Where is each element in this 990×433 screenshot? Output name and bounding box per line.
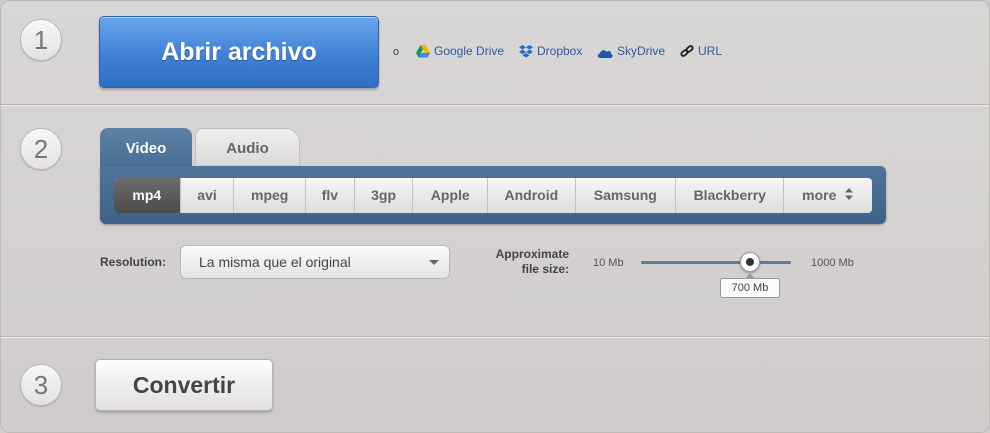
dropbox-icon: [519, 45, 533, 58]
step-number-2: 2: [20, 128, 62, 170]
open-file-button[interactable]: Abrir archivo: [99, 16, 379, 88]
format-flv[interactable]: flv: [306, 178, 355, 213]
or-text: o: [393, 46, 400, 58]
google-drive-link[interactable]: Google Drive: [416, 44, 504, 58]
format-bar: mp4 avi mpeg flv 3gp Apple Android Samsu…: [100, 166, 886, 224]
format-mp4[interactable]: mp4: [114, 178, 181, 213]
format-3gp[interactable]: 3gp: [355, 178, 414, 213]
converter-panel: 1 Abrir archivo o Google Drive Dropbox S…: [0, 0, 990, 433]
tab-video[interactable]: Video: [100, 128, 192, 168]
dropbox-label: Dropbox: [537, 44, 583, 58]
format-blackberry[interactable]: Blackberry: [676, 178, 785, 213]
format-list: mp4 avi mpeg flv 3gp Apple Android Samsu…: [114, 178, 872, 213]
step-1-section: 1 Abrir archivo o Google Drive Dropbox S…: [1, 1, 989, 104]
google-drive-label: Google Drive: [434, 44, 505, 58]
resolution-label: Resolution:: [100, 255, 166, 269]
format-apple[interactable]: Apple: [413, 178, 489, 213]
format-mpeg[interactable]: mpeg: [234, 178, 306, 213]
file-size-label-line2: file size:: [521, 262, 569, 276]
format-avi[interactable]: avi: [181, 178, 235, 213]
step-number-3: 3: [20, 364, 62, 406]
step-number-1: 1: [20, 19, 62, 61]
skydrive-label: SkyDrive: [617, 44, 666, 58]
dropbox-link[interactable]: Dropbox: [519, 44, 582, 58]
chevron-down-icon: [429, 260, 439, 265]
format-more[interactable]: more: [784, 178, 872, 213]
file-size-max: 1000 Mb: [811, 257, 854, 269]
file-size-slider-handle[interactable]: [740, 252, 760, 272]
up-down-arrows-icon: [845, 188, 854, 200]
link-icon: [680, 45, 694, 57]
resolution-select[interactable]: La misma que el original: [180, 245, 450, 279]
step-2-section: 2 Video Audio mp4 avi mpeg flv 3gp Apple…: [1, 106, 989, 336]
file-size-slider-track[interactable]: [641, 261, 791, 264]
file-size-label: Approximate file size:: [471, 247, 569, 277]
file-size-label-line1: Approximate: [495, 247, 569, 261]
skydrive-link[interactable]: SkyDrive: [597, 44, 665, 58]
resolution-value: La misma que el original: [199, 254, 351, 270]
format-more-label: more: [802, 187, 837, 203]
format-android[interactable]: Android: [488, 178, 576, 213]
step-3-section: 3 Convertir: [1, 338, 989, 432]
convert-button[interactable]: Convertir: [95, 359, 273, 411]
google-drive-icon: [416, 45, 430, 58]
file-size-min: 10 Mb: [593, 257, 624, 269]
url-link[interactable]: URL: [680, 44, 722, 58]
file-size-value-tooltip: 700 Mb: [720, 273, 780, 298]
url-label: URL: [698, 44, 723, 58]
skydrive-icon: [597, 50, 613, 58]
tab-audio[interactable]: Audio: [195, 128, 300, 165]
format-samsung[interactable]: Samsung: [576, 178, 677, 213]
